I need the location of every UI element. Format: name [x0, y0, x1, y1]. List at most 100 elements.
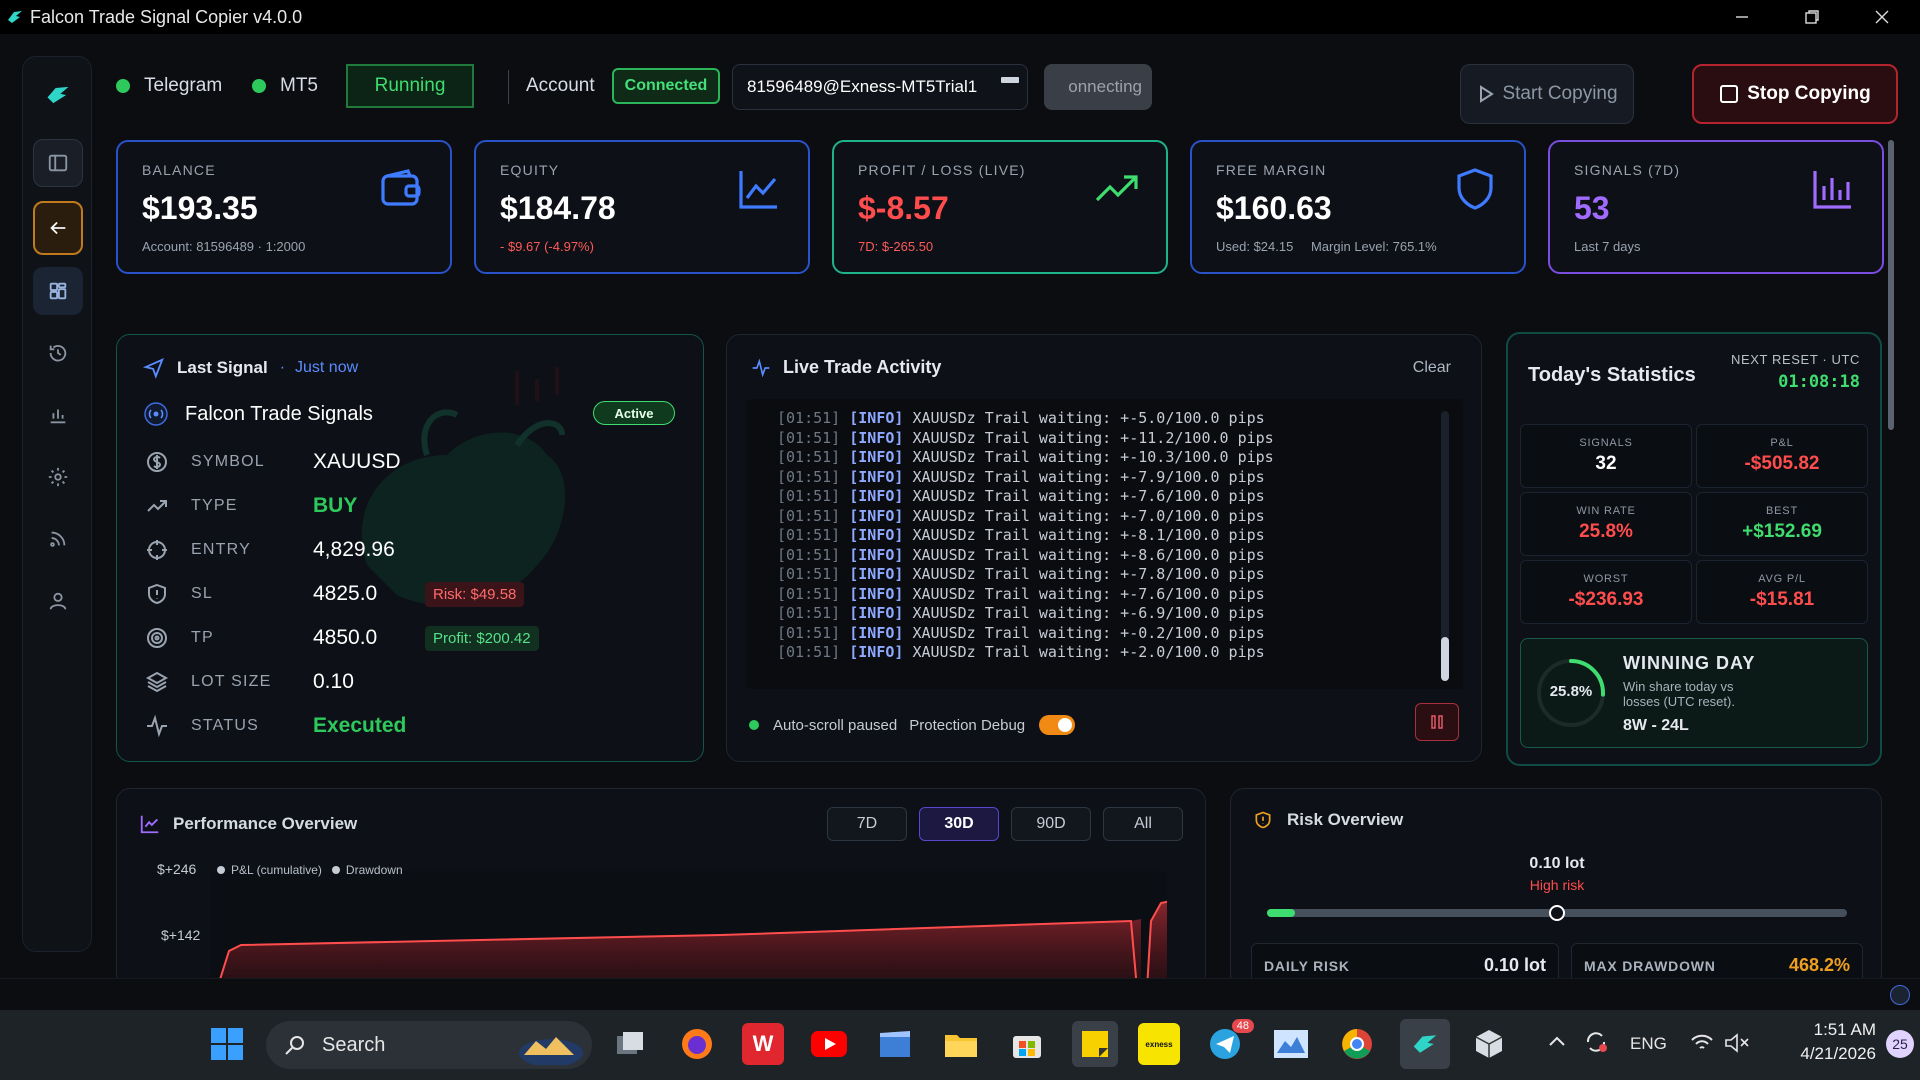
signal-row-sl: SL 4825.0 Risk: $49.58 — [143, 577, 683, 611]
log-timestamp: [01:51] — [777, 506, 841, 525]
risk-panel: Risk Overview 0.10 lot High risk DAILY R… — [1230, 788, 1882, 988]
protection-debug-toggle[interactable] — [1039, 715, 1076, 735]
log-scrollbar[interactable] — [1441, 411, 1449, 681]
close-button[interactable] — [1852, 0, 1912, 34]
balance-card: BALANCE $193.35 Account: 81596489 · 1:20… — [116, 140, 452, 274]
pulse-icon — [143, 712, 171, 740]
connect-button[interactable]: onnecting — [1044, 64, 1152, 110]
broadcast-icon — [144, 402, 168, 426]
toggle-sidebar-icon[interactable] — [33, 139, 83, 187]
falcon-app-taskbar-icon[interactable] — [1400, 1019, 1450, 1069]
exness-icon[interactable]: exness — [1138, 1023, 1180, 1065]
microsoft-store-icon[interactable] — [1006, 1023, 1048, 1065]
risk-lot: 0.10 lot — [1529, 855, 1585, 872]
sticky-notes-icon[interactable] — [1072, 1021, 1118, 1067]
search-highlight-icon — [519, 1037, 583, 1065]
history-icon[interactable] — [33, 329, 83, 377]
clear-log-button[interactable]: Clear — [1413, 359, 1451, 377]
connected-badge: Connected — [612, 68, 720, 104]
log-timestamp: [01:51] — [777, 448, 841, 466]
volume-muted-icon[interactable] — [1724, 1032, 1750, 1059]
page-scrollbar[interactable] — [1886, 140, 1896, 980]
stat-worst-label: WORST — [1583, 573, 1629, 585]
minimize-button[interactable] — [1712, 0, 1772, 34]
telegram-icon[interactable]: 48 — [1204, 1019, 1254, 1065]
gear-icon[interactable] — [33, 453, 83, 501]
sync-icon[interactable] — [1584, 1030, 1608, 1059]
log-message: XAUUSDz Trail waiting: +-8.1/100.0 pips — [912, 526, 1265, 544]
stat-signals: SIGNALS 32 — [1520, 424, 1692, 488]
back-arrow-icon[interactable] — [33, 201, 83, 255]
activity-log[interactable]: [01:51] [INFO] XAUUSDz Trail waiting: +-… — [747, 399, 1463, 689]
chrome-icon[interactable] — [1336, 1023, 1378, 1065]
taskbar-search[interactable]: Search — [266, 1021, 592, 1069]
user-icon[interactable] — [33, 577, 83, 625]
rss-feed-icon[interactable] — [33, 515, 83, 563]
status-key: STATUS — [191, 717, 259, 734]
dashboard-icon[interactable] — [33, 267, 83, 315]
range-90d-button[interactable]: 90D — [1011, 807, 1091, 841]
stop-copying-button[interactable]: Stop Copying — [1692, 64, 1898, 124]
youtube-icon[interactable] — [808, 1023, 850, 1065]
win-loss-record: 8W - 24L — [1623, 717, 1689, 734]
range-all-button[interactable]: All — [1103, 807, 1183, 841]
header-divider — [508, 70, 509, 104]
account-select[interactable]: 81596489@Exness-MT5Trial1 — [732, 64, 1028, 110]
risk-slider-track[interactable] — [1267, 905, 1847, 921]
performance-panel: Performance Overview 7D 30D 90D All $+24… — [116, 788, 1206, 989]
send-icon — [143, 358, 164, 379]
max-drawdown-value: 468.2% — [1788, 955, 1850, 975]
start-copying-button[interactable]: Start Copying — [1460, 64, 1634, 124]
stat-signals-value: 32 — [1595, 453, 1617, 474]
start-copying-label: Start Copying — [1502, 83, 1618, 104]
notification-count-badge[interactable]: 25 — [1886, 1030, 1914, 1058]
toggle-knob — [1058, 718, 1073, 732]
risk-title: Risk Overview — [1287, 810, 1404, 829]
risk-slider-thumb[interactable] — [1549, 905, 1565, 921]
legend-pnl: P&L (cumulative) — [231, 863, 322, 877]
range-30d-button[interactable]: 30D — [919, 807, 999, 841]
shield-icon — [1452, 166, 1498, 212]
win-share-pct: 25.8% — [1549, 683, 1593, 700]
firefox-icon[interactable] — [676, 1023, 718, 1065]
language-indicator[interactable]: ENG — [1630, 1034, 1667, 1054]
symbol-key: SYMBOL — [191, 453, 265, 470]
legend-dd: Drawdown — [345, 863, 403, 877]
last-signal-title: Last Signal — [177, 358, 268, 377]
clock-time[interactable]: 1:51 AM — [1766, 1020, 1876, 1040]
restore-button[interactable] — [1782, 0, 1842, 34]
risk-slider-fill — [1267, 909, 1295, 917]
task-view-icon[interactable] — [610, 1023, 652, 1065]
file-explorer-icon[interactable] — [940, 1023, 982, 1065]
app-window: Telegram MT5 Running Account Connected 8… — [0, 34, 1920, 989]
log-message: XAUUSDz Trail waiting: +-5.0/100.0 pips — [912, 409, 1265, 427]
log-message: XAUUSDz Trail waiting: +-6.9/100.0 pips — [912, 604, 1265, 622]
telegram-status-dot — [116, 79, 130, 93]
stop-copying-label: Stop Copying — [1747, 83, 1871, 104]
log-timestamp: [01:51] — [777, 526, 841, 544]
log-timestamp: [01:51] — [777, 584, 841, 603]
stat-avg-value: -$15.81 — [1749, 589, 1815, 610]
theme-toggle-icon[interactable] — [1890, 985, 1910, 1005]
package-app-icon[interactable] — [1468, 1023, 1510, 1065]
wps-office-icon[interactable]: W — [742, 1023, 784, 1065]
free-margin-card: FREE MARGIN $160.63 Used: $24.15 Margin … — [1190, 140, 1526, 274]
analytics-icon[interactable] — [33, 391, 83, 439]
sl-key: SL — [191, 585, 213, 602]
pause-log-button[interactable] — [1415, 703, 1459, 741]
tp-key: TP — [191, 629, 214, 646]
page-scrollbar-thumb[interactable] — [1888, 140, 1894, 430]
range-7d-button[interactable]: 7D — [827, 807, 907, 841]
start-button[interactable] — [206, 1023, 248, 1065]
pause-icon — [1431, 715, 1443, 729]
photos-app-icon[interactable] — [1270, 1023, 1312, 1065]
stat-best-label: BEST — [1766, 505, 1798, 517]
log-scrollbar-thumb[interactable] — [1441, 637, 1449, 681]
chevron-up-icon[interactable] — [1548, 1034, 1566, 1052]
log-level: [INFO] — [849, 487, 904, 505]
clock-date[interactable]: 4/21/2026 — [1766, 1044, 1876, 1064]
title-bar: Falcon Trade Signal Copier v4.0.0 — [0, 0, 1920, 34]
media-app-icon[interactable] — [874, 1023, 916, 1065]
wifi-icon[interactable] — [1690, 1032, 1714, 1059]
signal-row-type: TYPE BUY — [143, 489, 683, 523]
